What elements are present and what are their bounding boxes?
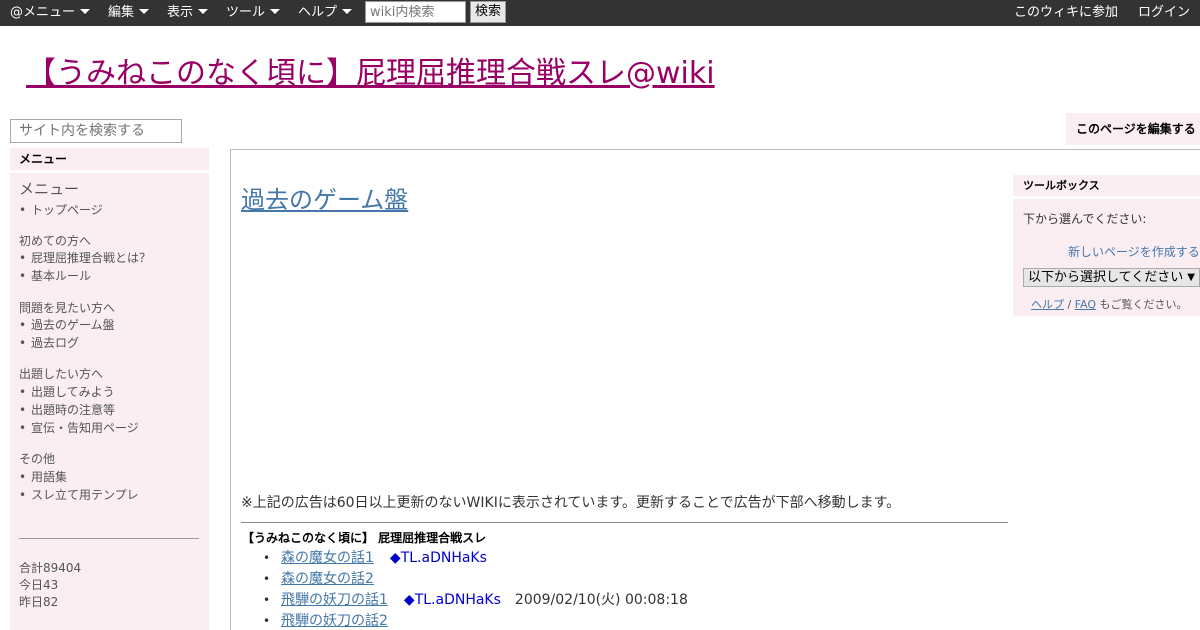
sidebar-section-heading: 初めての方へ — [19, 234, 92, 248]
list-item: • 森の魔女の話1 ◆TL.aDNHaKs — [263, 550, 487, 566]
sidebar-item-glossary[interactable]: • 用語集 — [19, 468, 67, 485]
chevron-down-icon — [80, 9, 91, 14]
join-wiki-link[interactable]: このウィキに参加 — [1014, 0, 1118, 26]
sidebar-menu: メニュー • トップページ 初めての方へ • 屁理屈推理合戦とは？ • 基本ルール 問… — [10, 173, 209, 630]
site-title-link[interactable]: 【うみねこのなく頃に】屁理屈推理合戦スレ@wiki — [26, 48, 715, 92]
top-bar: @メニュー 編集 表示 ツール ヘルプ 検索 このウィキに参加 ログイン — [0, 0, 1200, 26]
sidebar-item-posting-notes[interactable]: • 出題時の注意等 — [19, 401, 115, 418]
entry-timestamp: 2009/02/10(火) 00:08:18 — [514, 592, 688, 608]
sidebar-item-past-games[interactable]: • 過去のゲーム盤 — [19, 316, 115, 333]
sidebar-section-heading: 問題を見たい方へ — [19, 301, 116, 315]
edit-page-button[interactable]: このページを編集する — [1066, 113, 1200, 145]
ad-notice: ※上記の広告は60日以上更新のないWIKIに表示されています。更新することで広告… — [241, 495, 901, 511]
chevron-down-icon — [270, 9, 281, 14]
chevron-down-icon — [342, 9, 353, 14]
sidebar-divider — [19, 538, 199, 539]
menu-atwiki[interactable]: @メニュー — [10, 0, 91, 26]
counter-today: 今日43 — [19, 578, 59, 592]
entry-trip: ◆TL.aDNHaKs — [403, 592, 501, 608]
list-item: • 飛騨の妖刀の話1 ◆TL.aDNHaKs 2009/02/10(火) 00:08:… — [263, 592, 688, 608]
dropdown-arrow-icon: ▼ — [1187, 272, 1195, 283]
chevron-down-icon — [198, 9, 209, 14]
sidebar-item-try-posting[interactable]: • 出題してみよう — [19, 383, 115, 400]
menu-view[interactable]: 表示 — [167, 0, 209, 26]
create-page-link[interactable]: 新しいページを作成する — [1068, 243, 1200, 260]
sidebar-item-past-logs[interactable]: • 過去ログ — [19, 334, 79, 351]
section-heading: 【うみねこのなく頃に】 屁理屈推理合戦スレ — [242, 531, 487, 545]
entry-link[interactable]: 飛騨の妖刀の話1 — [281, 592, 388, 608]
page-title[interactable]: 過去のゲーム盤 — [241, 180, 408, 215]
toolbox-header: ツールボックス — [1013, 175, 1200, 196]
list-item: • 飛騨の妖刀の話2 — [263, 613, 388, 629]
sidebar-menu-header: メニュー — [10, 148, 209, 170]
list-item: • 森の魔女の話2 — [263, 571, 374, 587]
entry-link[interactable]: 森の魔女の話2 — [281, 571, 374, 587]
sidebar-menu-title: メニュー — [19, 180, 80, 198]
wiki-search-input[interactable] — [365, 1, 466, 23]
sidebar-item-rules[interactable]: • 基本ルール — [19, 267, 91, 284]
wiki-search-button[interactable]: 検索 — [470, 1, 506, 23]
toolbox-help-line: ヘルプ / FAQ もご覧ください。 — [1031, 298, 1188, 311]
site-search-input[interactable] — [10, 119, 182, 143]
login-link[interactable]: ログイン — [1138, 0, 1190, 26]
sidebar-section-heading: 出題したい方へ — [19, 367, 104, 381]
sidebar-section-heading: その他 — [19, 452, 56, 466]
sidebar-item-announcements[interactable]: • 宣伝・告知用ページ — [19, 419, 139, 436]
content-divider — [241, 522, 1008, 523]
entry-link[interactable]: 森の魔女の話1 — [281, 550, 374, 566]
counter-yesterday: 昨日82 — [19, 595, 59, 609]
toolbox-panel: 下から選んでください: 新しいページを作成する 以下から選択してください ▼ ヘ… — [1013, 199, 1200, 316]
toolbox-select-value: 以下から選択してください — [1028, 270, 1184, 285]
toolbox-select[interactable]: 以下から選択してください ▼ — [1023, 268, 1200, 287]
menu-tools[interactable]: ツール — [226, 0, 281, 26]
chevron-down-icon — [139, 9, 150, 14]
menu-help[interactable]: ヘルプ — [298, 0, 353, 26]
sidebar-item-thread-template[interactable]: • スレ立て用テンプレ — [19, 486, 139, 503]
menu-edit[interactable]: 編集 — [108, 0, 150, 26]
sidebar-item-top[interactable]: • トップページ — [19, 201, 103, 218]
sidebar-item-about[interactable]: • 屁理屈推理合戦とは？ — [19, 249, 151, 266]
faq-link[interactable]: FAQ — [1075, 298, 1096, 311]
help-link[interactable]: ヘルプ — [1031, 298, 1064, 311]
entry-link[interactable]: 飛騨の妖刀の話2 — [281, 613, 388, 629]
entry-trip: ◆TL.aDNHaKs — [389, 550, 487, 566]
counter-total: 合計89404 — [19, 561, 82, 575]
toolbox-choose-label: 下から選んでください: — [1023, 212, 1147, 226]
